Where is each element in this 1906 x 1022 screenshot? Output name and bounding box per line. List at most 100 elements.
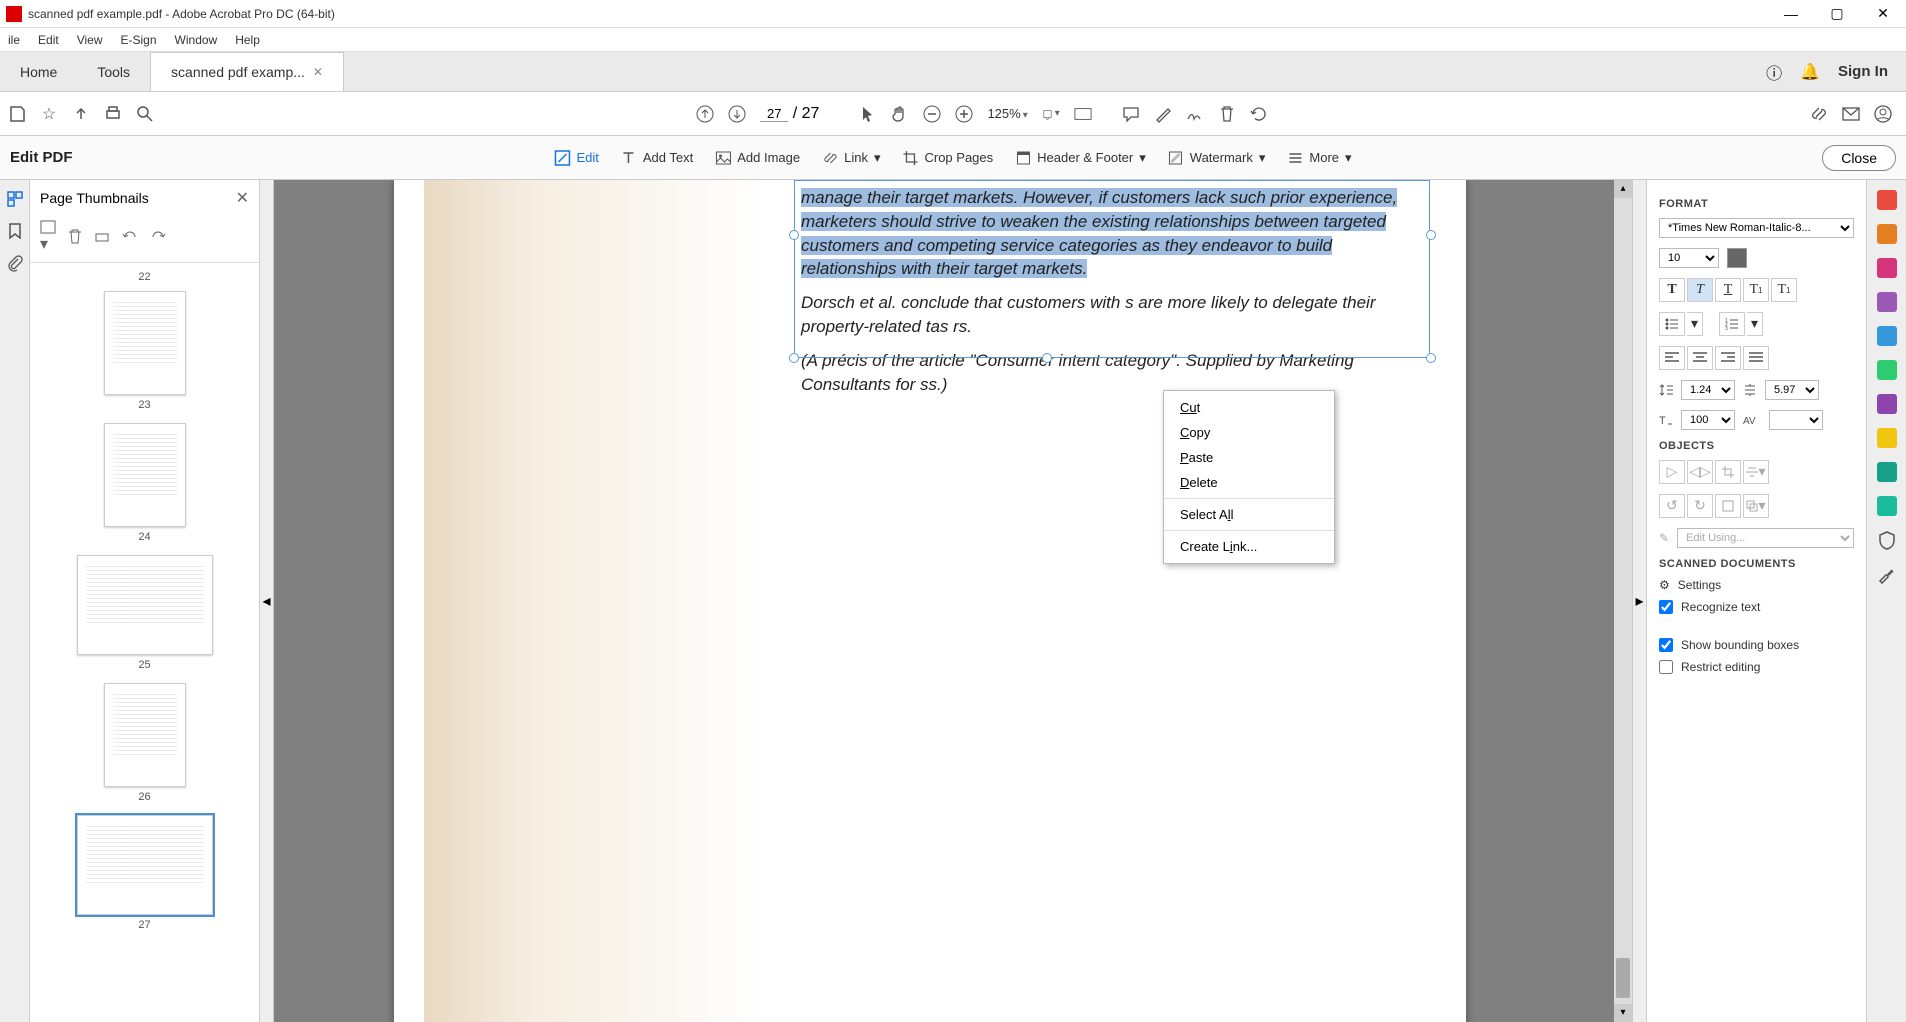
subscript-button[interactable]: T1 (1771, 278, 1797, 302)
menu-esign[interactable]: E-Sign (121, 33, 157, 47)
ctx-copy[interactable]: Copy (1164, 420, 1334, 445)
minimize-button[interactable]: — (1768, 0, 1814, 28)
italic-button[interactable]: T (1687, 278, 1713, 302)
numbered-list-button[interactable]: 123 (1719, 312, 1745, 336)
create-pdf-icon[interactable] (1877, 190, 1897, 210)
thumb-redo-icon[interactable] (150, 230, 166, 244)
selection-box[interactable] (794, 180, 1430, 358)
selection-handle[interactable] (1426, 230, 1436, 240)
underline-button[interactable]: T (1715, 278, 1741, 302)
thumbnails-list[interactable]: 22 23 24 25 26 27 (30, 263, 259, 1022)
document-area[interactable]: manage their target markets. However, if… (274, 180, 1632, 1022)
export-pdf-icon[interactable] (1877, 292, 1897, 312)
ctx-cut[interactable]: Cut (1164, 395, 1334, 420)
rotate-icon[interactable] (1250, 105, 1268, 123)
flip-v-button[interactable]: ◁▷ (1687, 460, 1713, 484)
bullet-dropdown[interactable]: ▾ (1687, 312, 1703, 336)
scroll-up-arrow[interactable]: ▴ (1614, 180, 1632, 198)
signin-button[interactable]: Sign In (1838, 63, 1888, 80)
ctx-select-all[interactable]: Select All (1164, 502, 1334, 527)
rotate-ccw-button[interactable]: ↺ (1659, 494, 1685, 518)
comment-rail-icon[interactable] (1877, 360, 1897, 380)
more-tools-rail-icon[interactable] (1877, 496, 1897, 516)
attachment-rail-icon[interactable] (6, 254, 24, 272)
header-footer-tool[interactable]: Header & Footer▾ (1015, 150, 1146, 166)
superscript-button[interactable]: T1 (1743, 278, 1769, 302)
highlight-icon[interactable] (1154, 105, 1172, 123)
shield-rail-icon[interactable] (1877, 530, 1897, 550)
align-justify-button[interactable] (1743, 346, 1769, 370)
maximize-button[interactable]: ▢ (1814, 0, 1860, 28)
edit-pdf-icon[interactable] (1877, 258, 1897, 278)
menu-edit[interactable]: Edit (38, 33, 59, 47)
recognize-text-checkbox[interactable] (1659, 600, 1673, 614)
thumb-delete-icon[interactable] (68, 229, 82, 245)
menu-help[interactable]: Help (235, 33, 260, 47)
profile-icon[interactable] (1874, 105, 1892, 123)
thumbnail-item[interactable]: 26 (30, 683, 259, 803)
watermark-tool[interactable]: Watermark▾ (1168, 150, 1266, 166)
show-bounding-boxes-checkbox[interactable] (1659, 638, 1673, 652)
expand-right-handle[interactable]: ▸ (1632, 180, 1646, 1022)
thumb-options-icon[interactable]: ▾ (40, 220, 56, 254)
flip-h-button[interactable]: ▷ (1659, 460, 1685, 484)
vertical-scrollbar[interactable]: ▴ ▾ (1614, 180, 1632, 1022)
edit-using-select[interactable]: Edit Using... (1677, 528, 1854, 548)
restrict-editing-checkbox[interactable] (1659, 660, 1673, 674)
thumb-print-icon[interactable] (94, 230, 110, 244)
thumbnails-rail-icon[interactable] (6, 190, 24, 208)
combine-files-icon[interactable] (1877, 224, 1897, 244)
link-tool[interactable]: Link▾ (822, 150, 880, 166)
pdf-page[interactable]: manage their target markets. However, if… (394, 180, 1466, 1022)
fill-sign-rail-icon[interactable] (1877, 394, 1897, 414)
add-image-tool[interactable]: Add Image (715, 150, 800, 166)
ctx-delete[interactable]: Delete (1164, 470, 1334, 495)
arrange-button[interactable]: ▾ (1743, 494, 1769, 518)
more-tool[interactable]: More▾ (1287, 150, 1351, 166)
select-tool-icon[interactable] (859, 105, 877, 123)
notifications-icon[interactable]: 🔔 (1800, 62, 1820, 82)
collapse-left-handle[interactable]: ◂ (260, 180, 274, 1022)
print-icon[interactable] (104, 105, 122, 123)
tab-home[interactable]: Home (0, 52, 77, 91)
search-icon[interactable] (136, 105, 154, 123)
menu-view[interactable]: View (77, 33, 103, 47)
selection-handle[interactable] (1042, 353, 1052, 363)
bold-button[interactable]: T (1659, 278, 1685, 302)
share-icon[interactable] (72, 105, 90, 123)
align-center-button[interactable] (1687, 346, 1713, 370)
settings-row[interactable]: ⚙ Settings (1659, 578, 1854, 592)
numbered-dropdown[interactable]: ▾ (1747, 312, 1763, 336)
tab-close-icon[interactable]: ✕ (313, 65, 323, 79)
font-size-select[interactable]: 10 (1659, 248, 1719, 268)
page-number-field[interactable]: / 27 (760, 105, 819, 123)
zoom-level[interactable]: 125%▾ (987, 106, 1027, 121)
rotate-cw-button[interactable]: ↻ (1687, 494, 1713, 518)
star-icon[interactable]: ☆ (40, 105, 58, 123)
line-spacing-select[interactable]: 1.24 (1681, 380, 1735, 400)
bullet-list-button[interactable] (1659, 312, 1685, 336)
thumbnail-item-selected[interactable]: 27 (30, 815, 259, 931)
link-attach-icon[interactable] (1810, 105, 1828, 123)
tab-tools[interactable]: Tools (77, 52, 150, 91)
close-window-button[interactable]: ✕ (1860, 0, 1906, 28)
save-icon[interactable] (8, 105, 26, 123)
add-text-tool[interactable]: Add Text (621, 150, 693, 166)
ctx-create-link[interactable]: Create Link... (1164, 534, 1334, 559)
zoom-in-icon[interactable] (955, 105, 973, 123)
thumb-undo-icon[interactable] (122, 230, 138, 244)
menu-file[interactable]: ile (8, 33, 20, 47)
thumbnails-close-icon[interactable]: ✕ (236, 188, 249, 208)
align-right-button[interactable] (1715, 346, 1741, 370)
kerning-select[interactable] (1769, 410, 1823, 430)
bookmark-rail-icon[interactable] (6, 222, 24, 240)
para-spacing-select[interactable]: 5.97 (1765, 380, 1819, 400)
ctx-paste[interactable]: Paste (1164, 445, 1334, 470)
tab-document[interactable]: scanned pdf examp... ✕ (150, 52, 344, 91)
sign-icon[interactable] (1186, 105, 1204, 123)
edit-tool[interactable]: Edit (554, 150, 598, 166)
close-edit-button[interactable]: Close (1822, 145, 1896, 171)
protect-rail-icon[interactable] (1877, 462, 1897, 482)
delete-icon[interactable] (1218, 105, 1236, 123)
selection-handle[interactable] (1426, 353, 1436, 363)
